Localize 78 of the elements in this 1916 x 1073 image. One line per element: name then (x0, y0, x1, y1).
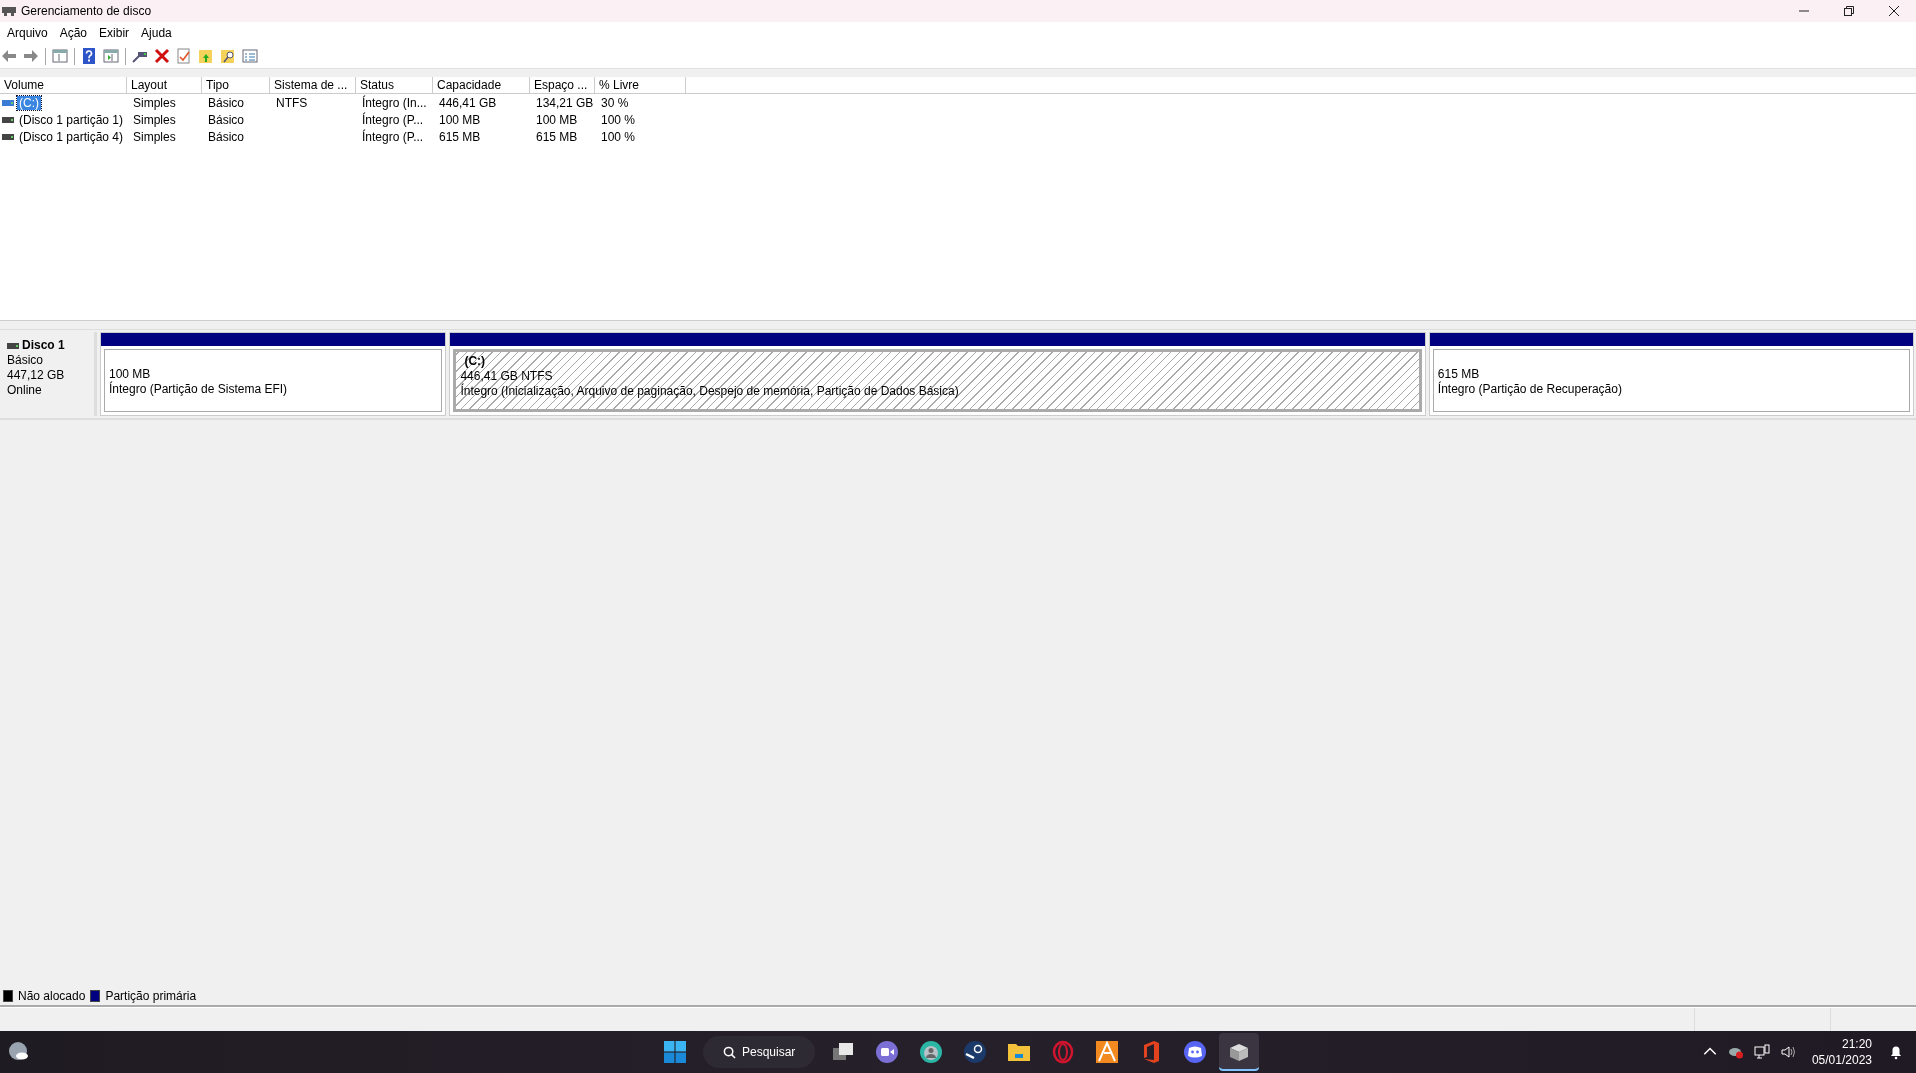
menu-item[interactable]: Ajuda (136, 26, 179, 40)
partition-name: (C:) (463, 354, 487, 369)
table-cell: Simples (133, 129, 176, 144)
menu-item[interactable]: Exibir (94, 26, 137, 40)
disk-drive-icon (2, 5, 16, 17)
legend-label: Partição primária (105, 989, 197, 1003)
speaker-icon[interactable] (1779, 1044, 1796, 1060)
restore-icon (1843, 6, 1854, 16)
partition-status: Íntegro (Inicialização, Arquivo de paginação, Despejo de memória, Partição de Dados Básica) (460, 384, 960, 399)
partition-size: 446,41 GB NTFS (460, 369, 554, 383)
partition-status: Íntegro (Partição de Recuperação) (1437, 382, 1623, 397)
column-header[interactable]: Sistema de ... (270, 77, 356, 93)
table-cell: Íntegro (P... (362, 112, 424, 127)
window-title: Gerenciamento de disco (21, 4, 152, 18)
close-icon (1888, 6, 1899, 16)
notification-bell-icon[interactable] (1888, 1044, 1904, 1060)
drive-icon (7, 342, 19, 349)
search-button[interactable]: Pesquisar (703, 1036, 816, 1068)
four-squares-icon (664, 1041, 686, 1063)
column-header[interactable]: Tipo (202, 77, 270, 93)
browser-icon (919, 1040, 944, 1064)
menu-item[interactable]: Arquivo (2, 26, 55, 40)
panel-icon[interactable] (103, 48, 119, 64)
partition-block[interactable]: 100 MB Íntegro (Partição de Sistema EFI) (100, 332, 447, 416)
drive-letter-label[interactable]: (Disco 1 partição 4) (17, 129, 126, 144)
folder-up-icon[interactable] (198, 48, 214, 64)
disk-size: 447,12 GB (7, 368, 66, 383)
help-icon[interactable] (81, 48, 97, 64)
legend-label: Não alocado (18, 989, 86, 1003)
column-header[interactable]: Status (356, 77, 433, 93)
table-cell: NTFS (276, 95, 308, 110)
menu-item[interactable]: Ação (54, 26, 95, 40)
table-cell: 134,21 GB (536, 95, 594, 110)
partition-status: Íntegro (Partição de Sistema EFI) (109, 382, 289, 397)
table-cell: 446,41 GB (439, 95, 497, 110)
table-cell: Íntegro (In... (362, 95, 427, 110)
table-cell: Básico (208, 129, 245, 144)
drive-letter-label[interactable]: (C:) (17, 95, 41, 110)
partition-size: 100 MB (109, 367, 152, 381)
table-cell: 100 % (601, 129, 636, 144)
column-header[interactable]: Layout (127, 77, 202, 93)
column-header[interactable]: Capacidade (433, 77, 530, 93)
clock[interactable]: 21:20 05/01/2023 (1811, 1036, 1872, 1068)
back-arrow-icon[interactable] (1, 48, 17, 64)
partition-size: 615 MB (1437, 367, 1481, 381)
table-cell: Básico (208, 95, 245, 110)
table-cell: Simples (133, 95, 176, 110)
column-header[interactable]: % Livre (595, 77, 686, 93)
partition-block[interactable]: (C:) 446,41 GB NTFS Íntegro (Inicialização, Arquivo de paginação, Despejo de memória, Partição de Dados Básica) (449, 332, 1426, 416)
network-icon[interactable] (1753, 1044, 1770, 1060)
drive-icon (2, 116, 14, 123)
table-cell: Simples (133, 112, 176, 127)
column-header[interactable]: Volume (0, 77, 127, 93)
table-cell: 615 MB (439, 129, 481, 144)
table-cell: 100 MB (536, 112, 578, 127)
forward-arrow-icon[interactable] (23, 48, 39, 64)
column-header[interactable]: Espaço ... (530, 77, 595, 93)
taskbar-app-button[interactable] (1219, 1033, 1260, 1071)
table-cell: 100 MB (439, 112, 481, 127)
disk-status: Online (7, 383, 43, 398)
delete-icon[interactable] (154, 48, 170, 64)
search-icon (723, 1045, 736, 1059)
folder-search-icon[interactable] (220, 48, 236, 64)
checklist-icon[interactable] (176, 48, 192, 64)
disk-type: Básico (7, 353, 45, 368)
disk-name: Disco 1 (22, 338, 65, 353)
table-cell: 100 % (601, 112, 636, 127)
table-cell: Básico (208, 112, 245, 127)
drive-icon (2, 133, 14, 140)
table-cell: 30 % (601, 95, 629, 110)
video-camera-icon (875, 1040, 900, 1064)
table-cell: Íntegro (P... (362, 129, 424, 144)
drive-letter-label[interactable]: (Disco 1 partição 1) (17, 112, 126, 127)
ring-logo-icon (1051, 1040, 1076, 1064)
partition-block[interactable]: 615 MB Íntegro (Partição de Recuperação) (1428, 332, 1914, 416)
table-cell: 615 MB (536, 129, 578, 144)
triangle-logo-icon (1095, 1040, 1120, 1064)
drive-icon (2, 99, 14, 106)
